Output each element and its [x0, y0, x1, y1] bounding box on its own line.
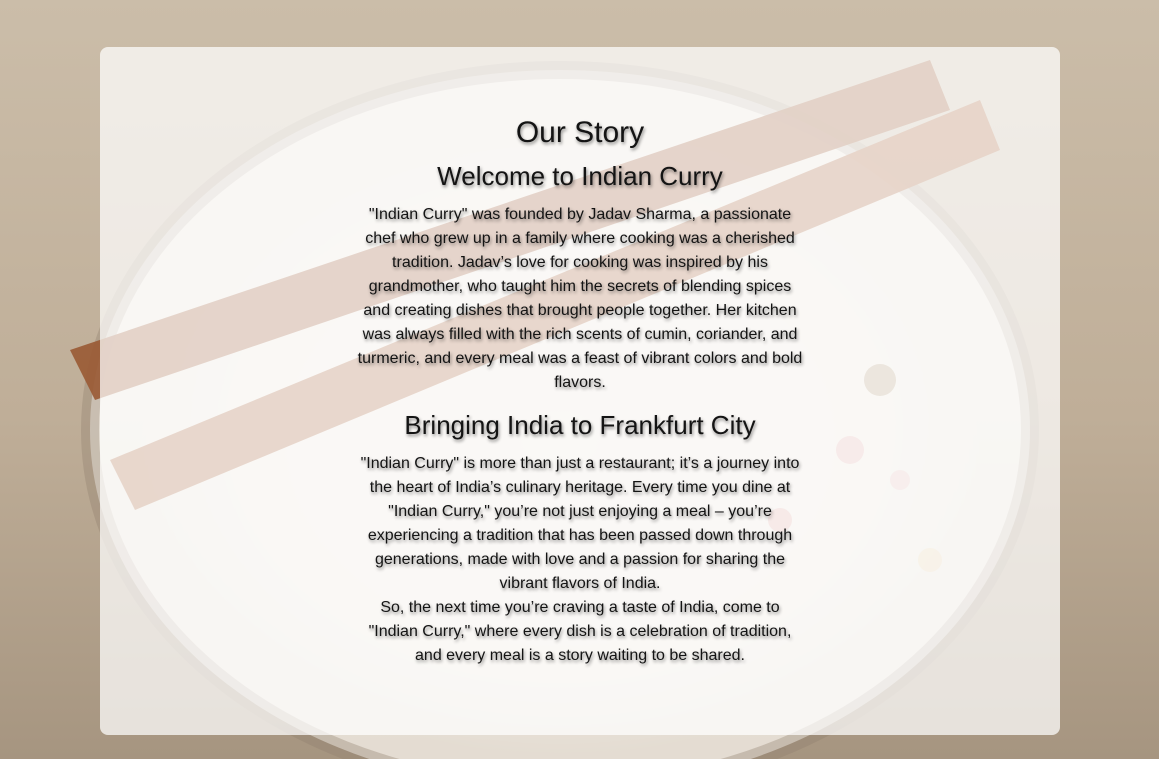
section-heading-welcome: Welcome to Indian Curry — [437, 161, 723, 191]
paragraph: "Indian Curry" is more than just a resta… — [360, 455, 800, 592]
paragraph: "Indian Curry" was founded by Jadav Shar… — [357, 206, 803, 391]
paragraph: So, the next time you’re craving a taste… — [368, 599, 792, 664]
section-text-welcome: "Indian Curry" was founded by Jadav Shar… — [355, 203, 805, 395]
section-text-frankfurt: "Indian Curry" is more than just a resta… — [355, 452, 805, 668]
page-title: Our Story — [515, 116, 645, 149]
story-content: Our Story Welcome to Indian Curry "India… — [100, 47, 1060, 735]
section-heading-frankfurt: Bringing India to Frankfurt City — [404, 410, 756, 440]
